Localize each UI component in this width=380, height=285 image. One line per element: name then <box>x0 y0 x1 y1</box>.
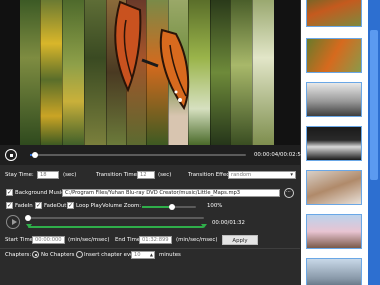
apply-button[interactable]: Apply <box>222 235 258 245</box>
transition-effect-value: random <box>231 172 252 178</box>
fadeout-checkbox[interactable]: ✓ <box>35 202 42 209</box>
no-chapters-radio[interactable] <box>32 251 39 258</box>
transition-time-label: Transition Time: <box>96 172 139 178</box>
music-time: 00:00/01:32 <box>212 220 245 226</box>
loop-play-checkbox[interactable]: ✓ <box>67 202 74 209</box>
chapter-minutes-value: 10 <box>134 252 141 258</box>
insert-chapter-radio[interactable] <box>76 251 83 258</box>
stay-time-label: Stay Time: <box>5 172 34 178</box>
loop-play-label: Loop Play <box>76 203 102 209</box>
stay-time-unit: (sec) <box>63 172 77 178</box>
stop-button[interactable] <box>5 149 17 161</box>
chevron-down-icon: ▾ <box>290 172 293 178</box>
ellipsis-icon: ··· <box>286 189 291 195</box>
music-trim-range[interactable] <box>28 226 204 228</box>
background-music-checkbox[interactable]: ✓ <box>6 189 13 196</box>
transition-effect-select[interactable]: random ▾ <box>228 171 296 179</box>
music-track[interactable] <box>28 217 204 219</box>
browse-music-button[interactable]: ··· <box>284 188 294 198</box>
end-time-unit: (min/sec/msec) <box>176 237 218 243</box>
thumbnail-cherry-blossom[interactable] <box>306 214 362 249</box>
playback-track[interactable] <box>30 154 246 156</box>
fadeout-label: FadeOut <box>44 203 67 209</box>
transition-time-unit: (sec) <box>158 172 172 178</box>
thumbnail-butterfly-2[interactable] <box>306 38 362 73</box>
stop-icon <box>9 153 13 157</box>
start-time-input[interactable]: 00:00:000 <box>32 236 65 244</box>
playback-bar: 00:00:04/00:02:52 <box>0 145 304 165</box>
start-time-unit: (min/sec/msec) <box>68 237 110 243</box>
chapters-label: Chapters: <box>5 252 32 258</box>
chapter-minutes-input[interactable]: 10 ▲ <box>131 251 155 259</box>
playback-knob[interactable] <box>32 152 39 158</box>
volume-fill <box>142 206 172 208</box>
background-music-label: Background Music: <box>15 190 67 196</box>
transition-time-input[interactable]: 12 <box>137 171 155 179</box>
background-music-path[interactable]: C:/Program Files/Yuhan Blu-ray DVD Creat… <box>62 189 280 197</box>
spinner-icon: ▲ <box>149 252 153 257</box>
music-position-knob[interactable] <box>25 215 31 221</box>
no-chapters-label: No Chapters <box>41 252 75 258</box>
music-play-button[interactable] <box>6 215 20 229</box>
playback-time: 00:00:04/00:02:52 <box>254 152 305 158</box>
volume-knob[interactable] <box>168 204 175 210</box>
divider <box>0 248 300 249</box>
thumbnail-butterfly[interactable] <box>306 0 362 27</box>
trim-start-handle[interactable] <box>26 224 32 228</box>
trim-end-handle[interactable] <box>201 224 207 228</box>
play-icon <box>11 219 17 225</box>
fadein-label: FadeIn <box>15 203 33 209</box>
thumbnail-city[interactable] <box>306 258 362 285</box>
end-time-label: End Time: <box>115 237 142 243</box>
fadein-checkbox[interactable]: ✓ <box>6 202 13 209</box>
settings-panel: Stay Time: 18 (sec) Transition Time: 12 … <box>0 165 300 285</box>
minutes-label: minutes <box>159 252 181 258</box>
volume-percent: 100% <box>207 203 223 209</box>
volume-zoom-label: Volume Zoom: <box>102 203 142 209</box>
thumbnail-bench[interactable] <box>306 82 362 117</box>
start-time-label: Start Time: <box>5 237 35 243</box>
thumbnail-scrollbar[interactable] <box>368 0 380 285</box>
thumbnail-cat[interactable] <box>306 170 362 205</box>
stay-time-input[interactable]: 18 <box>37 171 59 179</box>
transition-effect-label: Transition Effect: <box>188 172 234 178</box>
butterfly-image <box>114 0 190 111</box>
scrollbar-thumb[interactable] <box>370 30 378 180</box>
thumbnail-white-car[interactable] <box>306 126 362 161</box>
end-time-input[interactable]: 01:32:899 <box>139 236 172 244</box>
slideshow-preview <box>0 0 300 145</box>
